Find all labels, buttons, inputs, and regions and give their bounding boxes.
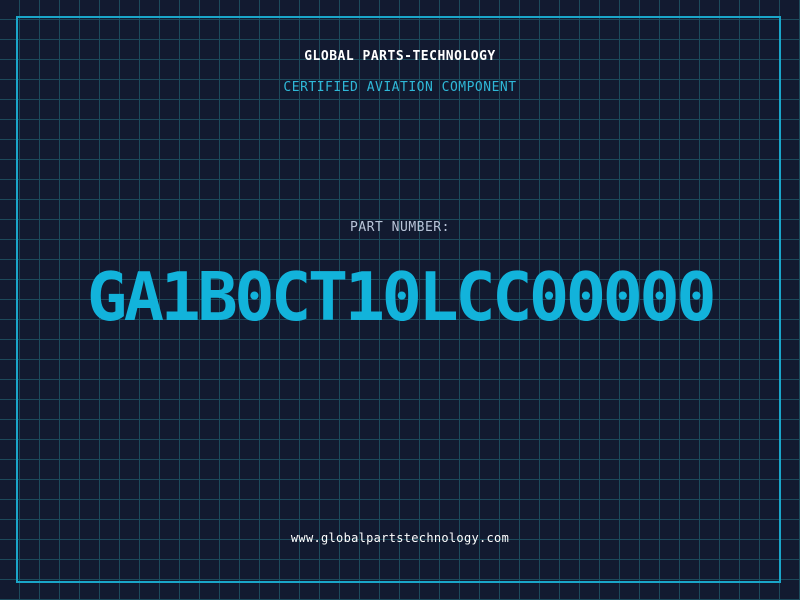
part-number-value: GA1B0CT10LCC00000 [86, 258, 717, 336]
part-number-label: PART NUMBER: [350, 220, 450, 235]
company-name: GLOBAL PARTS-TECHNOLOGY [304, 49, 496, 64]
website-url: www.globalpartstechnology.com [290, 531, 510, 545]
certification-subtitle: CERTIFIED AVIATION COMPONENT [283, 80, 517, 95]
